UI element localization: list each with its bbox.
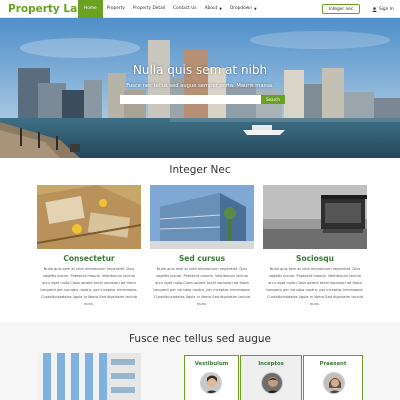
card-title: Sed cursus xyxy=(178,254,226,263)
tab-label: Praesent xyxy=(319,361,347,367)
card-text: Nulla quis sem at nibh elementum imperdi… xyxy=(153,267,251,306)
card-text: Nulla quis sem at nibh elementum imperdi… xyxy=(40,267,138,306)
nav-item-label: Dropdown xyxy=(230,6,252,11)
integer-nec-button[interactable]: Integer nec xyxy=(322,4,360,14)
nav-menu: Home Property Property Detail Contact Us… xyxy=(78,0,261,18)
nav-item-property-detail[interactable]: Property Detail xyxy=(129,0,169,18)
nav-item-home[interactable]: Home xyxy=(78,0,103,18)
hero-banner: Nulla quis sem at nibh Fusce nec tellus … xyxy=(0,18,400,158)
section-title: Integer Nec xyxy=(169,164,231,176)
hero-search: Search xyxy=(120,95,285,104)
navbar: Property Land Home Property Property Det… xyxy=(0,0,400,18)
feature-card: Sociosqu Nulla quis sem at nibh elementu… xyxy=(263,185,367,308)
user-icon xyxy=(372,6,377,12)
brand-logo[interactable]: Property Land xyxy=(0,3,92,15)
nav-item-property[interactable]: Property xyxy=(103,0,129,18)
card-title: Sociosqu xyxy=(296,254,334,263)
tab-label: Inceptos xyxy=(258,361,284,367)
caret-down-icon: ▼ xyxy=(219,6,222,11)
feature-card: Sed cursus Nulla quis sem at nibh elemen… xyxy=(150,185,254,308)
hero-title: Nulla quis sem at nibh xyxy=(132,63,268,77)
section-title: Fusce nec tellus sed augue xyxy=(128,333,272,345)
card-text: Nulla quis sem at nibh elementum imperdi… xyxy=(266,267,364,306)
tab-praesent[interactable]: Praesent xyxy=(303,355,363,400)
apartment-building-image xyxy=(37,353,141,400)
tab-vestibulum[interactable]: Vestibulum xyxy=(184,355,239,400)
avatar xyxy=(200,372,222,394)
nav-item-label: Home xyxy=(84,6,97,11)
tab-inceptos[interactable]: Inceptos xyxy=(240,355,302,400)
office-building-image xyxy=(150,185,254,249)
sign-in-label: Sign In xyxy=(379,6,394,12)
feature-card: Consectetur Nulla quis sem at nibh eleme… xyxy=(37,185,141,308)
hero-subtitle: Fusce nec tellus sed augue semper porta.… xyxy=(126,83,274,89)
nav-item-contact[interactable]: Contact Us xyxy=(169,0,200,18)
nav-item-dropdown[interactable]: Dropdown ▼ xyxy=(226,0,261,18)
avatar xyxy=(261,372,283,394)
modern-house-image xyxy=(263,185,367,249)
tab-label: Vestibulum xyxy=(194,361,229,367)
nav-item-label: Property xyxy=(106,6,125,11)
search-button[interactable]: Search xyxy=(261,95,285,104)
card-title: Consectetur xyxy=(63,254,115,263)
nav-item-label: Property Detail xyxy=(132,6,166,11)
sign-in-link[interactable]: Sign In xyxy=(372,4,394,14)
nav-item-label: Contact Us xyxy=(173,6,197,11)
search-input[interactable] xyxy=(120,95,261,104)
nav-item-label: About xyxy=(204,6,218,11)
nav-item-about[interactable]: About ▼ xyxy=(201,0,226,18)
construction-image xyxy=(37,185,141,249)
caret-down-icon: ▼ xyxy=(253,6,257,11)
avatar xyxy=(323,372,345,394)
